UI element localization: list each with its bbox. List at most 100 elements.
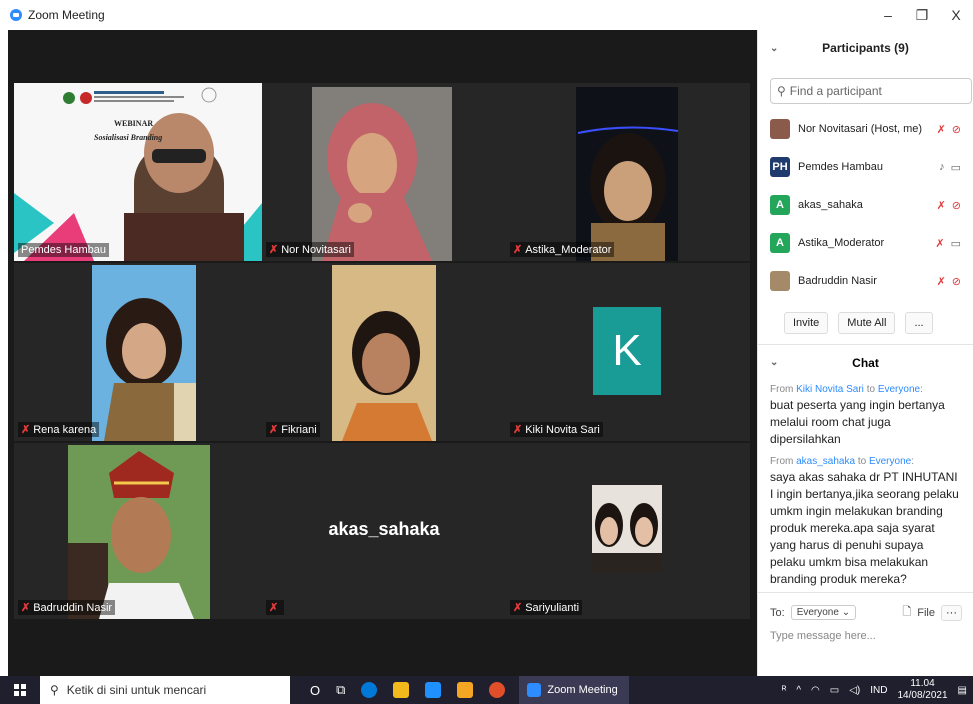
volume-icon[interactable]: ◁) [849, 685, 860, 696]
participant-row[interactable]: A akas_sahaka ✗ ⊘ [758, 186, 973, 224]
slide-subtitle: Sosialisasi Branding [94, 133, 163, 142]
clock-time: 11.04 [910, 678, 935, 689]
video-tile[interactable]: ✗ Rena karena [14, 263, 262, 441]
chat-title: Chat [852, 355, 879, 370]
window-title: Zoom Meeting [28, 8, 105, 22]
participant-row[interactable]: PH Pemdes Hambau ♪ ▭ [758, 148, 973, 186]
chat-message-text: saya akas sahaka dr PT INHUTANI I ingin … [770, 470, 959, 586]
participant-name: Nor Novitasari (Host, me) [798, 123, 923, 135]
file-button[interactable]: 🗋 File ··· [902, 603, 962, 622]
participant-name: Astika_Moderator [798, 237, 885, 249]
participant-video [92, 265, 196, 441]
participant-name-label: ✗ Kiki Novita Sari [510, 422, 603, 437]
participant-list: Nor Novitasari (Host, me) ✗ ⊘ PH Pemdes H… [758, 110, 973, 300]
mic-muted-icon[interactable]: ✗ [937, 275, 946, 288]
participant-video [332, 265, 436, 441]
file-explorer-icon[interactable] [393, 682, 410, 698]
video-off-icon[interactable]: ⊘ [952, 275, 961, 288]
battery-icon[interactable]: ▭ [830, 685, 839, 696]
chat-message: From Kiki Novita Sari to Everyone: buat … [758, 380, 973, 452]
language-indicator[interactable]: IND [870, 685, 887, 696]
participant-video [576, 87, 679, 261]
video-tile[interactable]: K ✗ Kiki Novita Sari [506, 263, 750, 441]
participant-name: akas_sahaka [798, 199, 863, 211]
windows-logo-icon [14, 684, 26, 696]
participant-avatar: A [770, 233, 790, 253]
windows-taskbar: ⚲ Ketik di sini untuk mencari O ⧉ Zoom M… [0, 676, 973, 704]
search-icon: ⚲ [50, 683, 59, 697]
notification-icon[interactable]: ▤ [958, 685, 967, 696]
participant-name-label: ✗ Sariyulianti [510, 600, 583, 615]
mic-muted-icon: ✗ [513, 424, 523, 436]
close-button[interactable]: X [939, 0, 973, 30]
chat-more-button[interactable]: ··· [941, 604, 962, 621]
chat-composer: To: Everyone ⌄ 🗋 File ··· Type message h… [758, 592, 973, 676]
mic-muted-icon: ✗ [21, 424, 31, 436]
mic-muted-icon: ✗ [269, 602, 279, 614]
taskbar-search[interactable]: ⚲ Ketik di sini untuk mencari [40, 676, 290, 704]
store-icon[interactable] [457, 682, 474, 698]
zoom-logo-icon [10, 9, 22, 21]
network-icon[interactable]: ◠ [811, 685, 820, 696]
video-tile[interactable]: WEBINAR Sosialisasi Branding Pemdes Hamb… [14, 83, 262, 261]
video-off-icon[interactable]: ⊘ [952, 123, 961, 136]
participant-name-label: ✗ Rena karena [18, 422, 100, 437]
chat-message-sender: From Kiki Novita Sari to Everyone: [770, 384, 923, 395]
participant-search-input[interactable]: ⚲ Find a participant [770, 78, 972, 104]
participant-avatar [770, 271, 790, 291]
participant-video [312, 87, 452, 261]
powerpoint-icon[interactable] [489, 682, 506, 698]
collapse-chevron-icon[interactable]: ⌄ [770, 43, 778, 54]
participant-avatar: K [593, 307, 661, 395]
cortana-icon[interactable]: O [310, 683, 320, 698]
mic-muted-icon: ✗ [21, 602, 31, 614]
participant-name-label: ✗ Nor Novitasari [266, 242, 354, 257]
clock[interactable]: 11.04 14/08/2021 [897, 678, 947, 702]
video-tile[interactable]: akas_sahaka ✗ [262, 443, 506, 619]
edge-icon[interactable] [361, 682, 378, 698]
participants-title: Participants (9) [822, 41, 909, 55]
participant-avatar: A [770, 195, 790, 215]
participant-actions: Invite Mute All ... [758, 300, 973, 334]
chat-input[interactable]: Type message here... [758, 622, 973, 650]
start-button[interactable] [0, 684, 40, 696]
participant-name: Pemdes Hambau [798, 161, 883, 173]
participant-row[interactable]: Nor Novitasari (Host, me) ✗ ⊘ [758, 110, 973, 148]
video-icon[interactable]: ▭ [951, 237, 961, 250]
participant-center-name: akas_sahaka [328, 519, 440, 539]
side-panel: ⌄ Participants (9) ⚲ Find a participant … [757, 30, 973, 676]
minimize-button[interactable]: – [871, 0, 905, 30]
taskbar-apps: O ⧉ [310, 682, 506, 698]
restore-button[interactable]: ❐ [905, 0, 939, 30]
mic-muted-icon[interactable]: ✗ [935, 237, 944, 250]
participant-name-label: ✗ Astika_Moderator [510, 242, 615, 257]
video-tile[interactable]: ✗ Nor Novitasari [262, 83, 506, 261]
mic-muted-icon[interactable]: ✗ [937, 123, 946, 136]
invite-button[interactable]: Invite [784, 312, 829, 334]
recipient-select[interactable]: Everyone ⌄ [790, 605, 857, 620]
mic-muted-icon[interactable]: ✗ [937, 199, 946, 212]
mic-icon[interactable]: ♪ [939, 161, 945, 174]
task-view-icon[interactable]: ⧉ [336, 682, 345, 698]
tray-chevron-icon[interactable]: ^ [796, 685, 801, 696]
participant-name-label: ✗ [266, 600, 285, 615]
people-icon[interactable]: ᴿ [782, 685, 787, 696]
zoom-taskbar-button[interactable]: Zoom Meeting [519, 676, 630, 704]
participant-row[interactable]: A Astika_Moderator ✗ ▭ [758, 224, 973, 262]
title-bar: Zoom Meeting – ❐ X [0, 0, 973, 30]
video-off-icon[interactable]: ⊘ [952, 199, 961, 212]
participant-avatar: PH [770, 157, 790, 177]
video-tile[interactable]: ✗ Fikriani [262, 263, 506, 441]
mic-muted-icon: ✗ [513, 244, 523, 256]
video-tile[interactable]: ✗ Badruddin Nasir [14, 443, 262, 619]
mail-icon[interactable] [425, 682, 442, 698]
participant-name-label: ✗ Badruddin Nasir [18, 600, 116, 615]
video-tile[interactable]: ✗ Sariyulianti [506, 443, 750, 619]
mute-all-button[interactable]: Mute All [838, 312, 896, 334]
to-label: To: [770, 606, 785, 619]
video-icon[interactable]: ▭ [951, 161, 961, 174]
more-options-button[interactable]: ... [905, 312, 933, 334]
collapse-chevron-icon[interactable]: ⌄ [770, 357, 778, 368]
video-tile[interactable]: ✗ Astika_Moderator [506, 83, 750, 261]
participant-row[interactable]: Badruddin Nasir ✗ ⊘ [758, 262, 973, 300]
